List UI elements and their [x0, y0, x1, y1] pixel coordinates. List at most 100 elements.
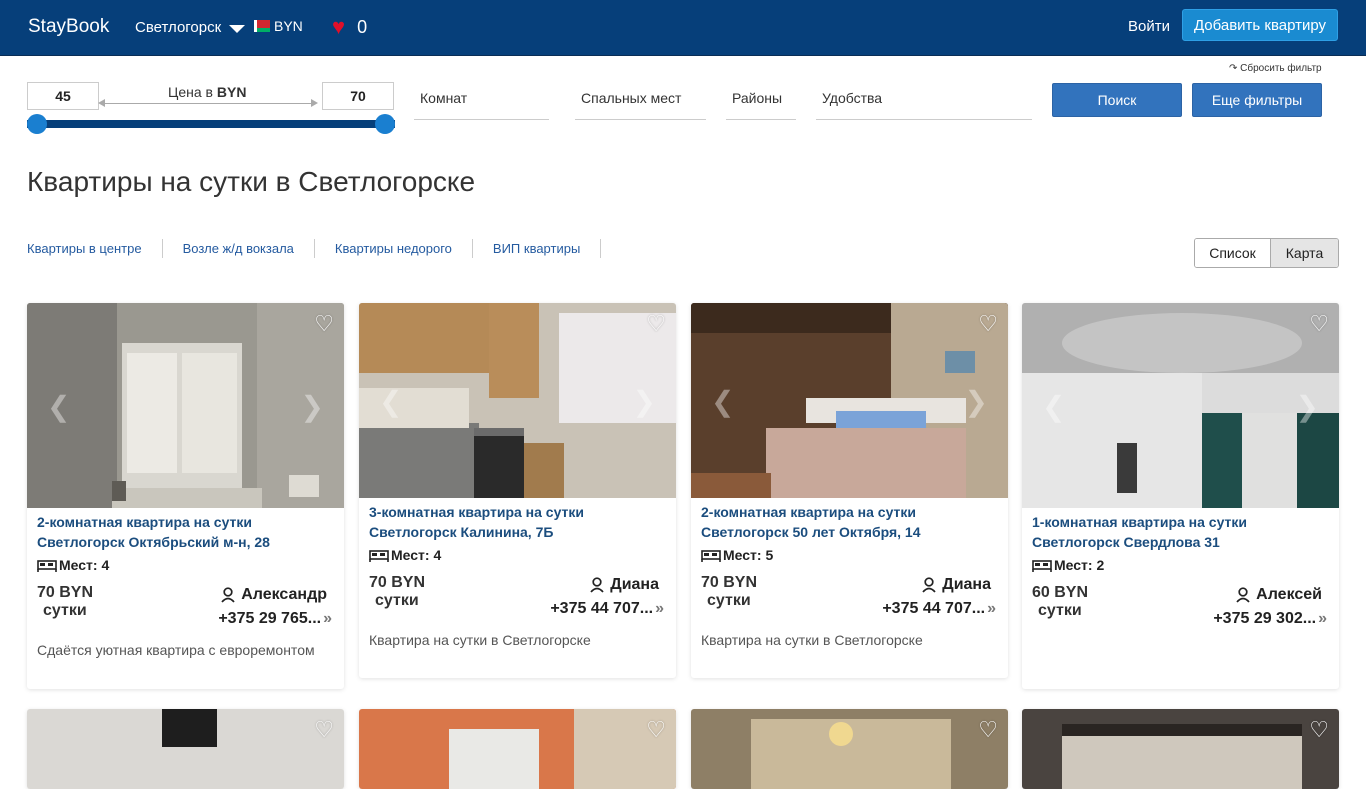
listing-title[interactable]: 3-комнатная квартира на сутки Светлогорс… — [369, 502, 669, 542]
heart-outline-icon[interactable]: ♡ — [646, 719, 666, 741]
listing-card[interactable]: ❮ ❯ ♡ 1-комнатная квартира на сутки Свет… — [1022, 303, 1339, 689]
price-label: Цена в BYN — [168, 84, 246, 100]
listing-card[interactable]: ♡ — [27, 709, 344, 789]
heart-outline-icon[interactable]: ♡ — [314, 719, 334, 741]
heart-outline-icon[interactable]: ♡ — [646, 313, 666, 335]
chevron-double-right-icon[interactable]: » — [655, 597, 664, 621]
places-count: Мест: 4 — [391, 547, 442, 563]
listing-owner[interactable]: Алексей +375 29 302...» — [1213, 583, 1327, 631]
add-apartment-button[interactable]: Добавить квартиру — [1182, 9, 1338, 41]
price-period: сутки — [707, 592, 751, 609]
currency-selector[interactable]: BYN — [254, 18, 303, 34]
next-photo-icon[interactable]: ❯ — [1296, 390, 1319, 423]
next-photo-icon[interactable]: ❯ — [633, 385, 656, 418]
chevron-double-right-icon[interactable]: » — [1318, 607, 1327, 631]
listing-card[interactable]: ♡ — [691, 709, 1008, 789]
next-photo-icon[interactable]: ❯ — [301, 390, 324, 423]
listing-owner[interactable]: Диана +375 44 707...» — [882, 573, 996, 621]
listing-address: Светлогорск 50 лет Октября, 14 — [701, 524, 921, 540]
search-button[interactable]: Поиск — [1052, 83, 1182, 117]
listing-card[interactable]: ❮ ❯ ♡ 2-комнатная квартира на сутки Свет… — [691, 303, 1008, 678]
owner-phone[interactable]: +375 29 302... — [1213, 607, 1316, 631]
reset-filter-link[interactable]: ↷ Сбросить фильтр — [1229, 63, 1322, 74]
price-min-input[interactable]: 45 — [27, 82, 99, 110]
bed-icon — [37, 558, 57, 572]
listing-price: 70 BYN сутки — [37, 584, 93, 620]
login-link[interactable]: Войти — [1128, 18, 1170, 35]
listing-title[interactable]: 2-комнатная квартира на сутки Светлогорс… — [701, 502, 1001, 542]
listing-photo[interactable]: ❮ ❯ ♡ — [691, 303, 1008, 498]
city-selector[interactable]: Светлогорск — [135, 19, 246, 36]
bed-icon — [1032, 558, 1052, 572]
places-count: Мест: 2 — [1054, 557, 1105, 573]
districts-filter[interactable]: Районы — [726, 82, 796, 120]
room-photo-kitchen — [359, 303, 676, 498]
listing-photo[interactable]: ♡ — [27, 709, 344, 789]
price-max-input[interactable]: 70 — [322, 82, 394, 110]
city-label: Светлогорск — [135, 19, 222, 36]
brand-logo[interactable]: StayBook — [28, 16, 109, 38]
heart-outline-icon[interactable]: ♡ — [314, 313, 334, 335]
map-view-button[interactable]: Карта — [1271, 239, 1338, 267]
bed-icon — [701, 548, 721, 562]
listing-photo[interactable]: ♡ — [691, 709, 1008, 789]
listing-title[interactable]: 2-комнатная квартира на сутки Светлогорс… — [37, 512, 337, 552]
listing-photo[interactable]: ♡ — [1022, 709, 1339, 789]
listing-places: Мест: 5 — [701, 547, 773, 563]
listing-card[interactable]: ❮ ❯ ♡ 3-комнатная квартира на сутки Свет… — [359, 303, 676, 678]
prev-photo-icon[interactable]: ❮ — [47, 390, 70, 423]
room-photo-window — [27, 303, 344, 508]
listing-owner[interactable]: Диана +375 44 707...» — [550, 573, 664, 621]
listing-card[interactable]: ❮ ❯ ♡ 2-комнатная квартира на сутки Свет… — [27, 303, 344, 689]
listing-photo[interactable]: ❮ ❯ ♡ — [1022, 303, 1339, 508]
owner-phone[interactable]: +375 44 707... — [550, 597, 653, 621]
price-value: 60 BYN — [1032, 584, 1089, 601]
price-slider-max-handle[interactable] — [375, 114, 395, 134]
owner-name: Алексей — [1256, 586, 1322, 603]
top-navbar: StayBook Светлогорск BYN ♥ 0 Войти Добав… — [0, 0, 1366, 56]
favorites-link[interactable]: ♥ 0 — [332, 16, 367, 38]
listing-description: Сдаётся уютная квартира с евроремонтом — [37, 642, 315, 658]
chevron-double-right-icon[interactable]: » — [987, 597, 996, 621]
more-filters-button[interactable]: Еще фильтры — [1192, 83, 1322, 117]
heart-outline-icon[interactable]: ♡ — [978, 313, 998, 335]
sleeping-places-filter[interactable]: Спальных мест — [575, 82, 706, 120]
heart-outline-icon[interactable]: ♡ — [1309, 313, 1329, 335]
quick-link-vip[interactable]: ВИП квартиры — [473, 239, 602, 258]
listing-card[interactable]: ♡ — [359, 709, 676, 789]
listing-photo[interactable]: ♡ — [359, 709, 676, 789]
quick-link-station[interactable]: Возле ж/д вокзала — [163, 239, 315, 258]
listing-title-line1: 1-комнатная квартира на сутки — [1032, 514, 1248, 530]
listing-photo[interactable]: ❮ ❯ ♡ — [359, 303, 676, 498]
prev-photo-icon[interactable]: ❮ — [379, 385, 402, 418]
next-photo-icon[interactable]: ❯ — [965, 385, 988, 418]
user-icon — [1236, 587, 1250, 603]
room-photo-ceiling — [691, 709, 1008, 789]
chevron-double-right-icon[interactable]: » — [323, 607, 332, 631]
price-slider-min-handle[interactable] — [27, 114, 47, 134]
owner-name: Александр — [241, 586, 327, 603]
quick-links: Квартиры в центре Возле ж/д вокзала Квар… — [27, 239, 602, 258]
listing-card[interactable]: ♡ — [1022, 709, 1339, 789]
listing-title[interactable]: 1-комнатная квартира на сутки Светлогорс… — [1032, 512, 1332, 552]
quick-link-cheap[interactable]: Квартиры недорого — [315, 239, 473, 258]
user-icon — [221, 587, 235, 603]
user-icon — [590, 577, 604, 593]
owner-phone[interactable]: +375 29 765... — [218, 607, 321, 631]
list-view-button[interactable]: Список — [1195, 239, 1271, 267]
heart-outline-icon[interactable]: ♡ — [1309, 719, 1329, 741]
quick-link-center[interactable]: Квартиры в центре — [27, 239, 163, 258]
price-slider-track[interactable] — [27, 120, 395, 128]
listing-address: Светлогорск Калинина, 7Б — [369, 524, 554, 540]
heart-outline-icon[interactable]: ♡ — [978, 719, 998, 741]
amenities-filter[interactable]: Удобства — [816, 82, 1032, 120]
listing-owner[interactable]: Александр +375 29 765...» — [218, 583, 332, 631]
listing-photo[interactable]: ❮ ❯ ♡ — [27, 303, 344, 508]
rooms-filter[interactable]: Комнат — [414, 82, 549, 120]
prev-photo-icon[interactable]: ❮ — [711, 385, 734, 418]
owner-phone[interactable]: +375 44 707... — [882, 597, 985, 621]
room-photo-bedroom — [691, 303, 1008, 498]
listing-address: Светлогорск Октябрьский м-н, 28 — [37, 534, 270, 550]
room-photo-living — [1022, 303, 1339, 508]
prev-photo-icon[interactable]: ❮ — [1042, 390, 1065, 423]
